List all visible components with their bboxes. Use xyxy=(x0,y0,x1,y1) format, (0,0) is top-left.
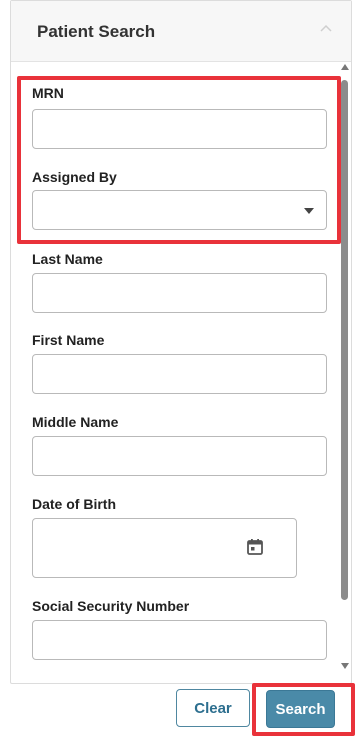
scrollbar-thumb[interactable] xyxy=(341,80,348,600)
scroll-down-icon[interactable] xyxy=(341,663,349,669)
panel-header: Patient Search xyxy=(11,1,351,62)
scroll-up-icon[interactable] xyxy=(341,64,349,70)
assigned-by-label: Assigned By xyxy=(32,169,117,185)
chevron-down-icon xyxy=(304,208,314,214)
form-footer: Clear Search xyxy=(10,683,350,736)
search-button[interactable]: Search xyxy=(266,690,335,728)
ssn-label: Social Security Number xyxy=(32,598,190,614)
calendar-icon[interactable] xyxy=(246,538,264,556)
middle-name-label: Middle Name xyxy=(32,414,119,430)
last-name-label: Last Name xyxy=(32,251,103,267)
patient-search-panel: Patient Search MRN Assigned By Last Name… xyxy=(10,0,352,684)
search-form: MRN Assigned By Last Name First Name Mid… xyxy=(11,61,351,683)
middle-name-input[interactable] xyxy=(32,436,327,476)
chevron-up-icon[interactable] xyxy=(319,23,333,33)
dob-input[interactable] xyxy=(32,518,297,578)
last-name-input[interactable] xyxy=(32,273,327,313)
dob-label: Date of Birth xyxy=(32,496,116,512)
mrn-label: MRN xyxy=(32,85,64,101)
first-name-label: First Name xyxy=(32,332,105,348)
assigned-by-select[interactable] xyxy=(32,190,327,230)
first-name-input[interactable] xyxy=(32,354,327,394)
mrn-input[interactable] xyxy=(32,109,327,149)
form-scrollbar[interactable] xyxy=(340,64,350,669)
panel-title: Patient Search xyxy=(37,22,156,41)
clear-button[interactable]: Clear xyxy=(176,689,250,727)
ssn-input[interactable] xyxy=(32,620,327,660)
